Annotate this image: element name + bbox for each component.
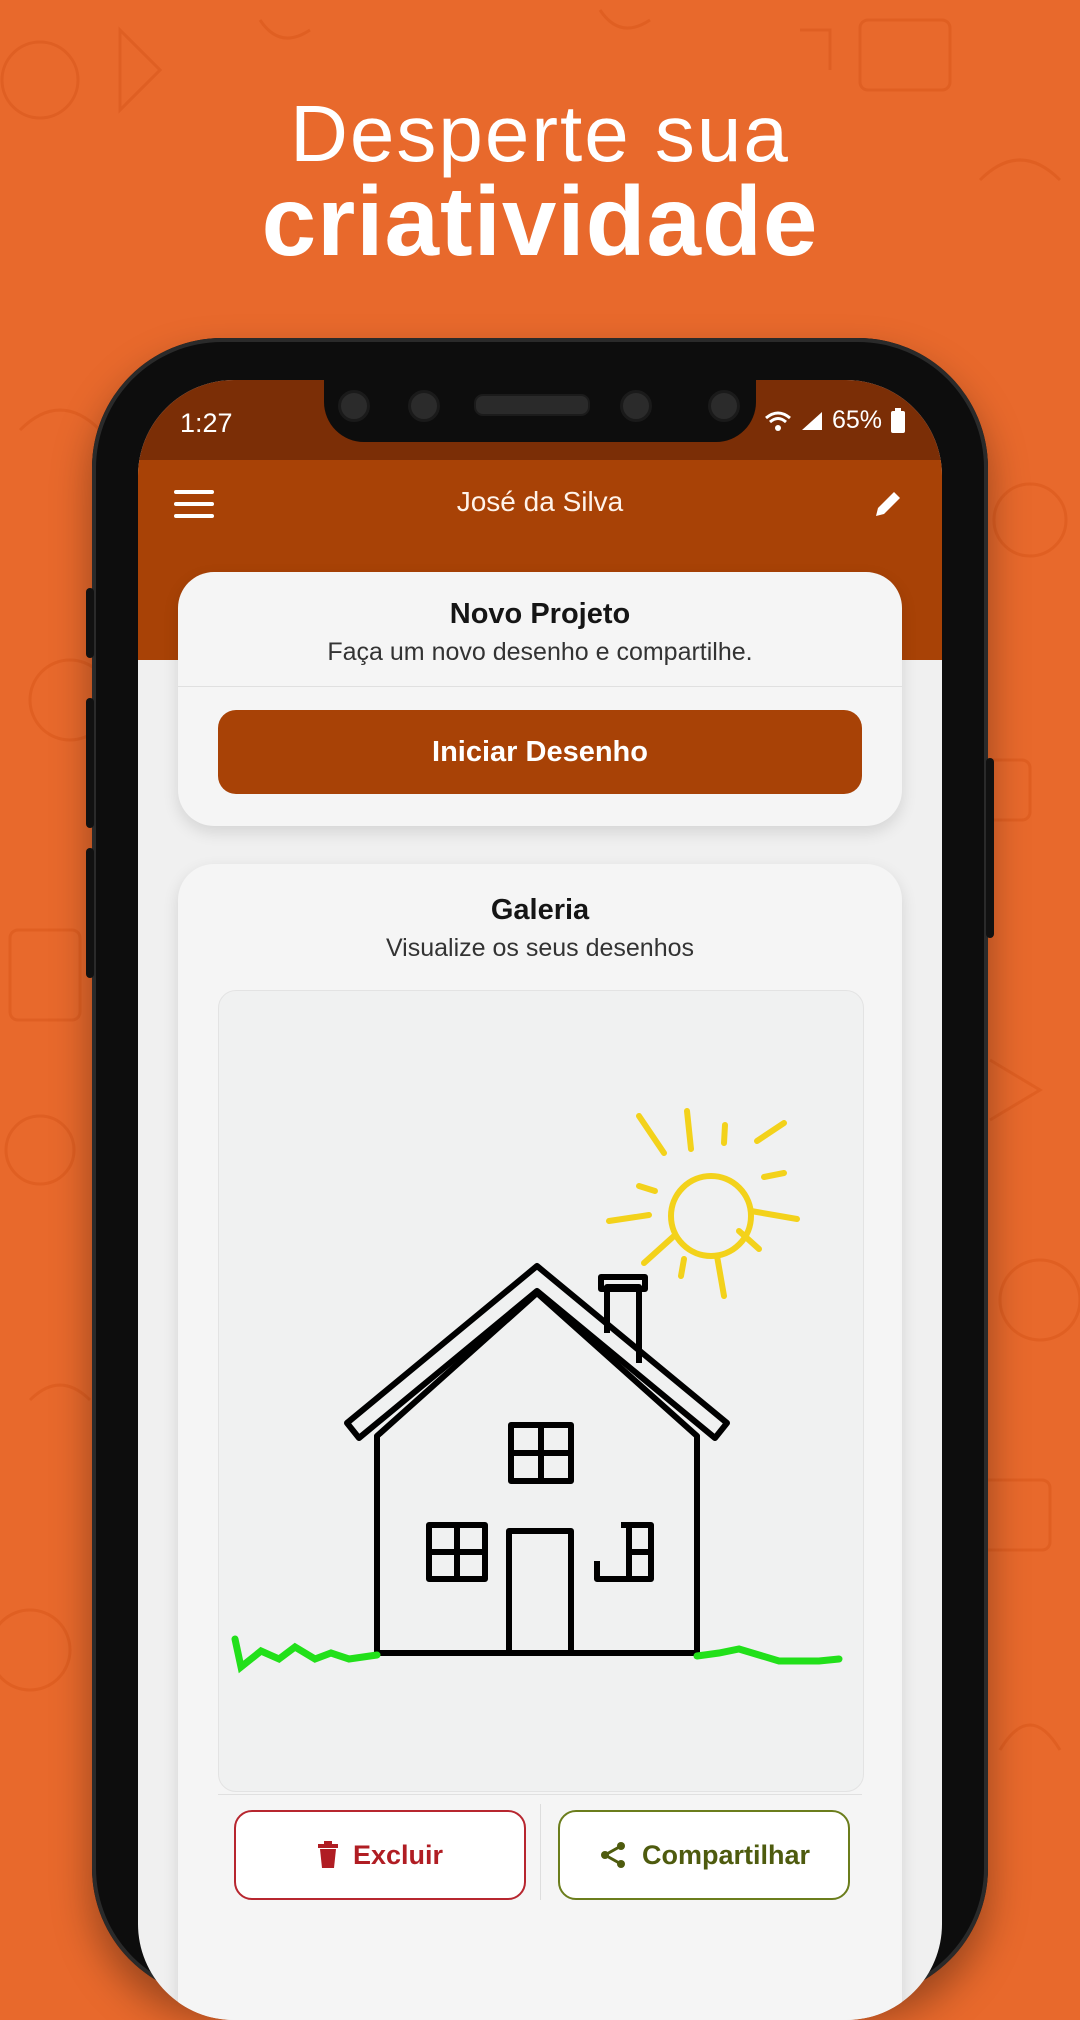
- wifi-icon: [764, 411, 791, 431]
- phone-power-button: [986, 758, 994, 938]
- status-time: 1:27: [180, 408, 233, 438]
- delete-button[interactable]: Excluir: [234, 1810, 526, 1900]
- new-project-subtitle: Faça um novo desenho e compartilhe.: [327, 638, 753, 666]
- share-button[interactable]: Compartilhar: [558, 1810, 850, 1900]
- phone-screen: 1:27 65% José da Silva Novo Projeto Faça…: [138, 380, 942, 2020]
- proximity-sensor-icon: [620, 390, 652, 422]
- secondary-camera-icon: [708, 390, 740, 422]
- actions-separator: [540, 1804, 541, 1900]
- signal-icon: [801, 411, 822, 430]
- sensor-icon: [408, 390, 440, 422]
- gallery-title: Galeria: [490, 894, 590, 926]
- earpiece-speaker: [474, 394, 590, 416]
- gallery-subtitle: Visualize os seus desenhos: [385, 934, 695, 962]
- user-name-title: José da Silva: [456, 486, 624, 517]
- house-drawing-image: [231, 1108, 843, 1674]
- app-bar: José da Silva: [138, 460, 942, 547]
- trash-icon: [317, 1841, 338, 1868]
- front-camera-icon: [338, 390, 370, 422]
- status-bar: 1:27 65%: [138, 380, 942, 460]
- start-drawing-button[interactable]: Iniciar Desenho: [218, 710, 862, 794]
- phone-volume-up: [86, 698, 94, 828]
- delete-label: Excluir: [352, 1839, 444, 1870]
- new-project-title: Novo Projeto: [449, 598, 631, 630]
- battery-icon: [891, 407, 905, 433]
- phone-side-button: [86, 588, 94, 658]
- phone-volume-down: [86, 848, 94, 978]
- edit-icon[interactable]: [870, 486, 906, 522]
- headline-line-2: criatividade: [261, 166, 819, 276]
- gallery-card: Galeria Visualize os seus desenhos Exclu…: [178, 864, 902, 2020]
- camera-notch: [324, 380, 756, 442]
- card-divider: [178, 686, 902, 687]
- phone-frame: 1:27 65% José da Silva Novo Projeto Faça…: [86, 338, 994, 2020]
- drawing-thumbnail[interactable]: [218, 990, 864, 1792]
- status-indicators: 65%: [764, 406, 906, 435]
- new-project-card: Novo Projeto Faça um novo desenho e comp…: [178, 572, 902, 826]
- share-icon: [600, 1842, 625, 1868]
- battery-percent: 65%: [831, 406, 882, 434]
- actions-divider: [218, 1794, 862, 1795]
- share-label: Compartilhar: [641, 1839, 811, 1870]
